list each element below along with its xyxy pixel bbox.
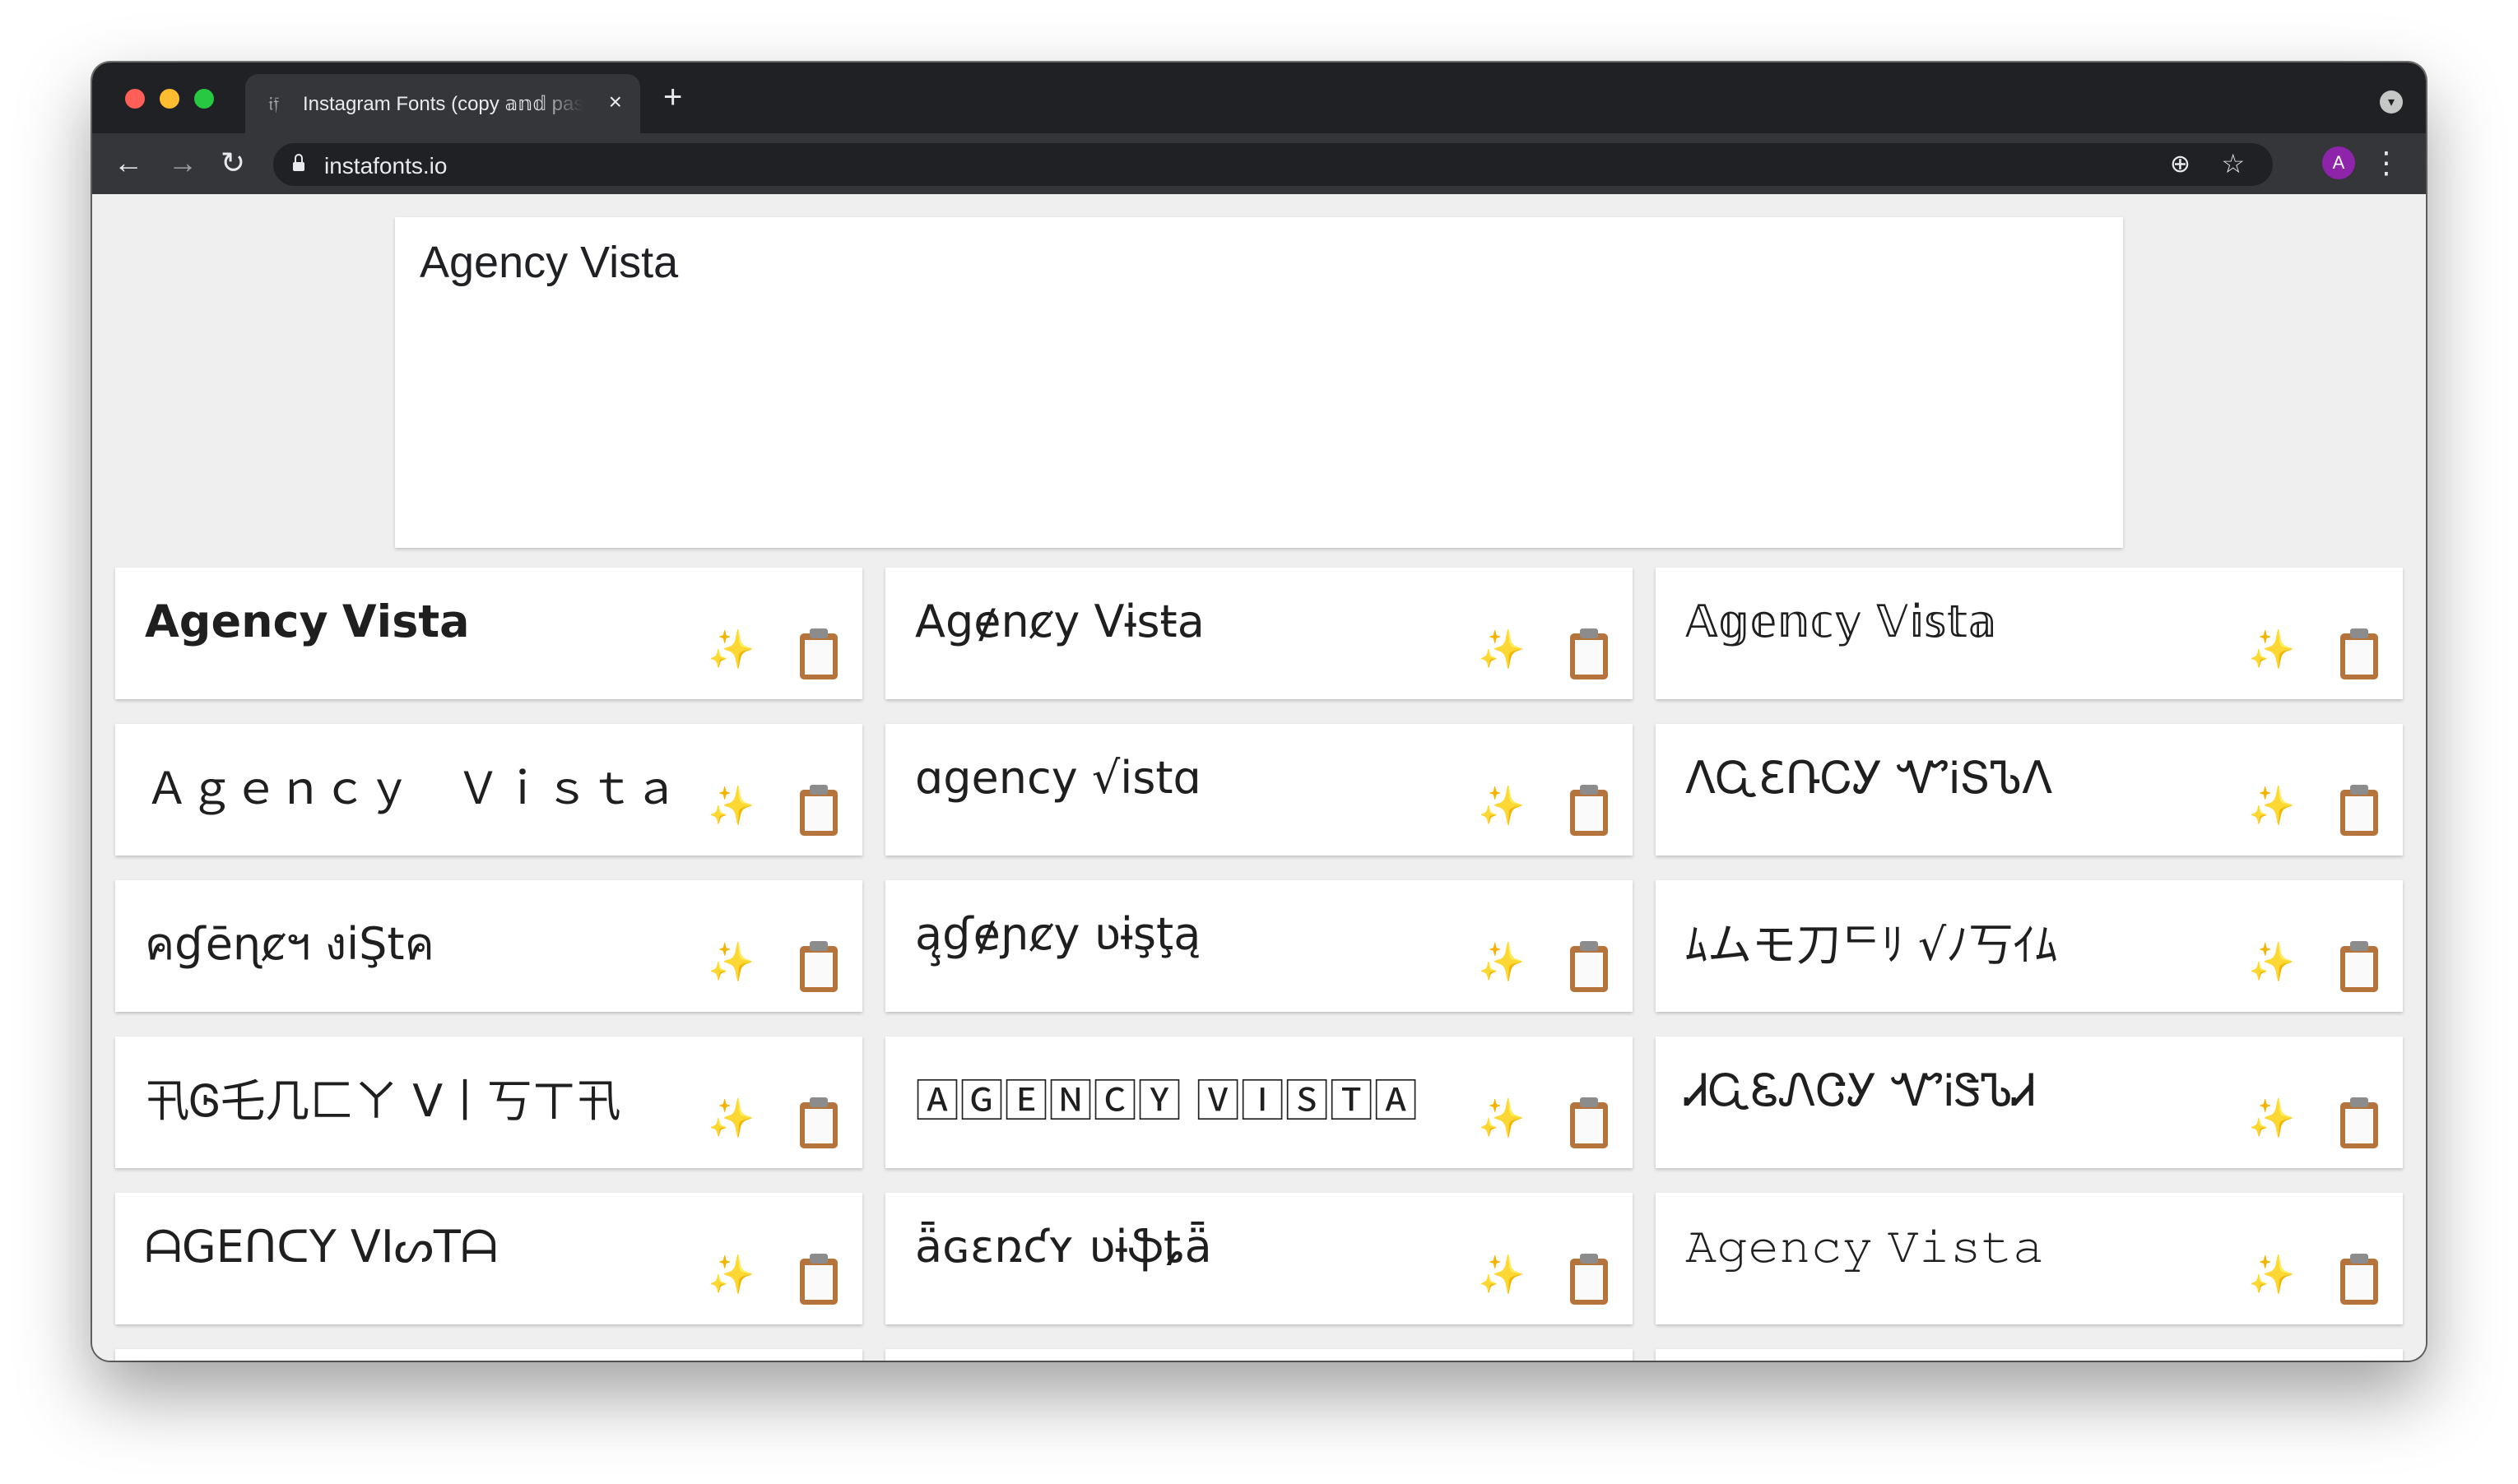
clipboard-icon[interactable]	[800, 628, 838, 679]
font-style-card[interactable]	[115, 1349, 862, 1361]
bookmark-star-icon[interactable]: ☆	[2221, 148, 2245, 179]
styled-text: ΛᏩƐՌᏟᎩ ᏉᎥՏᏖΛ	[1685, 752, 2053, 804]
font-style-card[interactable]: ᏗᏩᏋᏁᏣᎩ ᏉᎥᏕᏖᏗ ✨	[1656, 1036, 2403, 1168]
font-style-card[interactable]	[885, 1349, 1633, 1361]
browser-toolbar: ← → ↻ instafonts.io ⊕ ☆ A ⋮	[92, 133, 2426, 194]
styled-text: ᗩGEᑎᑕY ᐯIᔕTᗩ	[145, 1221, 498, 1273]
sparkle-icon[interactable]: ✨	[708, 1096, 755, 1141]
styled-text: ﾑムモ刀ᄃﾘ √ﾉ丂ｲﾑ	[1685, 919, 2058, 971]
styled-text: ą̧ɠɇɲȼy ʋɨşţą	[915, 908, 1201, 960]
font-style-card[interactable]: ﾑムモ刀ᄃﾘ √ﾉ丂ｲﾑ ✨	[1656, 880, 2403, 1012]
styled-text: ɑgency √istɑ	[915, 752, 1201, 804]
clipboard-icon[interactable]	[800, 1097, 838, 1148]
font-style-card[interactable]: ɑgency √istɑ ✨	[885, 724, 1633, 856]
styled-text: 𝗔𝗴𝗲𝗻𝗰𝘆 𝗩𝗶𝘀𝘁𝗮	[145, 596, 470, 647]
sparkle-icon[interactable]: ✨	[2248, 627, 2295, 672]
font-style-card[interactable]: Agɇnȼy Vɨsŧa ✨	[885, 568, 1633, 699]
styled-text: คɠēɳȼฯ งiŞtค	[145, 918, 434, 970]
browser-menu-icon[interactable]: ⋮	[2372, 145, 2401, 181]
clipboard-icon[interactable]	[1570, 785, 1608, 836]
font-style-card[interactable]: 🄰🄶🄴🄽🄲🅈 🅅🄸🅂🅃🄰 ✨	[885, 1036, 1633, 1168]
clipboard-icon[interactable]	[800, 1254, 838, 1305]
lock-icon[interactable]	[293, 154, 304, 171]
clipboard-icon[interactable]	[1570, 1254, 1608, 1305]
new-tab-button[interactable]: +	[663, 81, 682, 114]
font-style-card[interactable]: ᗩGEᑎᑕY ᐯIᔕTᗩ ✨	[115, 1193, 862, 1324]
sparkle-icon[interactable]: ✨	[1478, 783, 1525, 828]
tab-search-icon[interactable]: ▾	[2380, 90, 2403, 114]
font-style-card[interactable]: 𝙰𝚐𝚎𝚗𝚌𝚢 𝚅𝚒𝚜𝚝𝚊 ✨	[1656, 1193, 2403, 1324]
sparkle-icon[interactable]: ✨	[708, 783, 755, 828]
clipboard-icon[interactable]	[1570, 628, 1608, 679]
styled-text: Agɇnȼy Vɨsŧa	[915, 596, 1205, 647]
styled-text: ᏗᏩᏋᏁᏣᎩ ᏉᎥᏕᏖᏗ	[1685, 1064, 2037, 1116]
font-style-card[interactable]: 𝔸𝕘𝕖𝕟𝕔𝕪 𝕍𝕚𝕤𝕥𝕒 ✨	[1656, 568, 2403, 699]
sparkle-icon[interactable]: ✨	[708, 939, 755, 985]
clipboard-icon[interactable]	[2340, 1254, 2378, 1305]
sparkle-icon[interactable]: ✨	[708, 1252, 755, 1297]
clipboard-icon[interactable]	[2340, 941, 2378, 992]
minimize-window-button[interactable]	[160, 89, 179, 109]
tab-close-icon[interactable]: ×	[609, 89, 622, 115]
clipboard-icon[interactable]	[1570, 1097, 1608, 1148]
page-content: Agency Vista 𝗔𝗴𝗲𝗻𝗰𝘆 𝗩𝗶𝘀𝘁𝗮 ✨ Agɇnȼy Vɨsŧa ✨ 𝔸…	[92, 194, 2426, 1361]
browser-window: 𝔦𝔣 Instagram Fonts (copy 𝕒𝕟𝕕 paste) × + …	[92, 63, 2426, 1361]
browser-tab[interactable]: 𝔦𝔣 Instagram Fonts (copy 𝕒𝕟𝕕 paste) ×	[245, 74, 640, 133]
clipboard-icon[interactable]	[1570, 941, 1608, 992]
sparkle-icon[interactable]: ✨	[1478, 939, 1525, 985]
font-style-card[interactable]: 卂Ꮆ乇几匚ㄚ ᐯ丨丂ㄒ卂 ✨	[115, 1036, 862, 1168]
zoom-icon[interactable]: ⊕	[2170, 150, 2190, 179]
clipboard-icon[interactable]	[800, 785, 838, 836]
profile-avatar[interactable]: A	[2322, 146, 2355, 179]
styled-text: 𝙰𝚐𝚎𝚗𝚌𝚢 𝚅𝚒𝚜𝚝𝚊	[1685, 1221, 2044, 1273]
address-bar[interactable]: instafonts.io ⊕ ☆	[273, 143, 2273, 186]
reload-icon[interactable]: ↻	[221, 145, 245, 181]
font-style-card[interactable]: คɠēɳȼฯ งiŞtค ✨	[115, 880, 862, 1012]
font-style-card[interactable]: 𝗔𝗴𝗲𝗻𝗰𝘆 𝗩𝗶𝘀𝘁𝗮 ✨	[115, 568, 862, 699]
clipboard-icon[interactable]	[800, 941, 838, 992]
sparkle-icon[interactable]: ✨	[2248, 783, 2295, 828]
sparkle-icon[interactable]: ✨	[2248, 1252, 2295, 1297]
sparkle-icon[interactable]: ✨	[1478, 1096, 1525, 1141]
font-style-card[interactable]: Ａｇｅｎｃｙ Ｖｉｓｔａ ✨	[115, 724, 862, 856]
sparkle-icon[interactable]: ✨	[2248, 939, 2295, 985]
sparkle-icon[interactable]: ✨	[708, 627, 755, 672]
font-text-input[interactable]: Agency Vista	[395, 217, 2123, 548]
forward-arrow-icon[interactable]: →	[168, 145, 197, 181]
styled-text: 🄰🄶🄴🄽🄲🅈 🅅🄸🅂🅃🄰	[915, 1075, 1419, 1127]
clipboard-icon[interactable]	[2340, 785, 2378, 836]
font-style-card[interactable]: ΛᏩƐՌᏟᎩ ᏉᎥՏᏖΛ ✨	[1656, 724, 2403, 856]
sparkle-icon[interactable]: ✨	[1478, 627, 1525, 672]
font-style-card[interactable]: ą̧ɠɇɲȼy ʋɨşţą ✨	[885, 880, 1633, 1012]
close-window-button[interactable]	[125, 89, 145, 109]
maximize-window-button[interactable]	[194, 89, 214, 109]
font-style-card[interactable]: ǟɢɛռƈʏ ʋɨֆȶǟ ✨	[885, 1193, 1633, 1324]
clipboard-icon[interactable]	[2340, 628, 2378, 679]
styled-text: 𝔸𝕘𝕖𝕟𝕔𝕪 𝕍𝕚𝕤𝕥𝕒	[1685, 596, 1997, 647]
styled-text: Ａｇｅｎｃｙ Ｖｉｓｔａ	[145, 763, 678, 814]
sparkle-icon[interactable]: ✨	[1478, 1252, 1525, 1297]
tab-title: Instagram Fonts (copy 𝕒𝕟𝕕 paste)	[303, 92, 583, 116]
styled-text: ǟɢɛռƈʏ ʋɨֆȶǟ	[915, 1221, 1212, 1273]
favicon-icon: 𝔦𝔣	[268, 92, 280, 115]
sparkle-icon[interactable]: ✨	[2248, 1096, 2295, 1141]
back-arrow-icon[interactable]: ←	[114, 145, 143, 181]
input-value: Agency Vista	[420, 238, 679, 287]
font-style-card[interactable]	[1656, 1349, 2403, 1361]
url-text[interactable]: instafonts.io	[324, 153, 447, 179]
styled-text: 卂Ꮆ乇几匚ㄚ ᐯ丨丂ㄒ卂	[145, 1075, 621, 1127]
clipboard-icon[interactable]	[2340, 1097, 2378, 1148]
tab-bar: 𝔦𝔣 Instagram Fonts (copy 𝕒𝕟𝕕 paste) × + …	[92, 63, 2426, 133]
